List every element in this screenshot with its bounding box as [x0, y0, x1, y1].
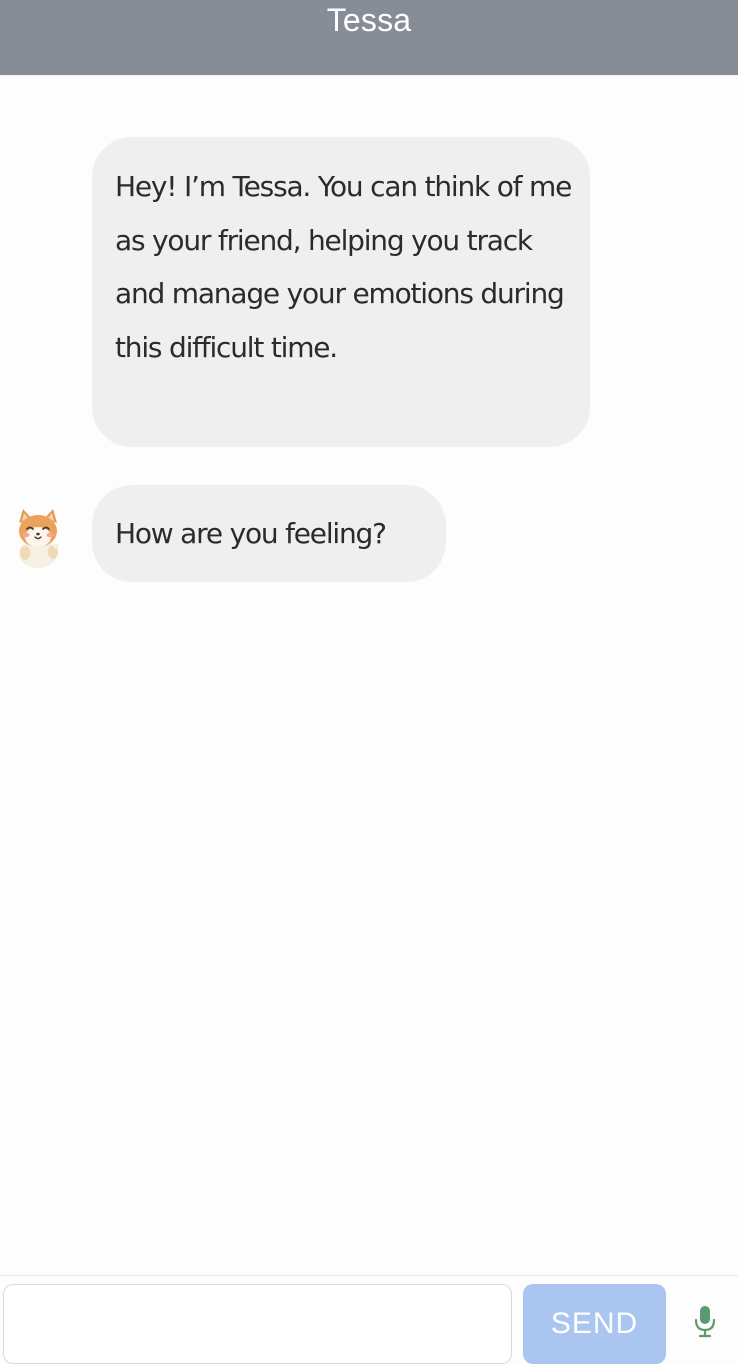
message-input[interactable]	[3, 1284, 512, 1364]
bot-message-bubble: Hey! I’m Tessa. You can think of me as y…	[92, 137, 590, 447]
app-header: Tessa	[0, 0, 738, 75]
microphone-icon[interactable]	[690, 1302, 720, 1342]
send-button[interactable]: SEND	[523, 1284, 666, 1364]
shiba-dog-avatar-icon	[10, 507, 68, 569]
bot-message-text: How are you feeling?	[115, 517, 387, 550]
chat-title: Tessa	[326, 2, 412, 38]
message-composer: SEND	[0, 1275, 738, 1364]
bot-message-text: Hey! I’m Tessa. You can think of me as y…	[115, 170, 572, 364]
chat-message-list: Hey! I’m Tessa. You can think of me as y…	[0, 75, 738, 1275]
bot-message-bubble: How are you feeling?	[92, 485, 446, 582]
